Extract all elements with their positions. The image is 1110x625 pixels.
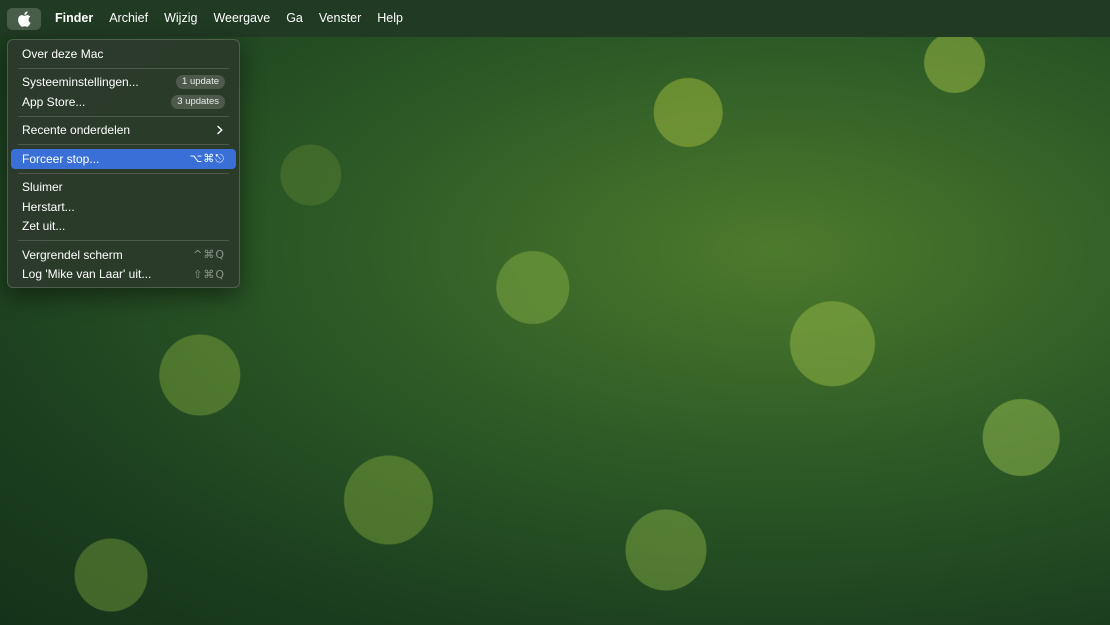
update-badge: 1 update xyxy=(176,75,225,90)
menu-item-sleep-label: Sluimer xyxy=(22,180,63,195)
menu-item-system-settings[interactable]: Systeeminstellingen... 1 update xyxy=(11,73,236,93)
menu-item-log-out[interactable]: Log 'Mike van Laar' uit... ⇧⌘Q xyxy=(11,265,236,285)
menu-item-sleep[interactable]: Sluimer xyxy=(11,178,236,198)
apple-logo-icon xyxy=(18,10,31,27)
lock-screen-shortcut: ^⌘Q xyxy=(193,248,225,262)
menu-weergave[interactable]: Weergave xyxy=(205,0,278,37)
menu-separator xyxy=(18,240,229,241)
menu-item-recent-items[interactable]: Recente onderdelen xyxy=(11,121,236,141)
menu-item-restart-label: Herstart... xyxy=(22,199,75,214)
menu-bar: Finder Archief Wijzig Weergave Ga Venste… xyxy=(0,0,1110,37)
menu-wijzig[interactable]: Wijzig xyxy=(156,0,205,37)
menu-item-about[interactable]: Over deze Mac xyxy=(11,44,236,64)
menu-separator xyxy=(18,144,229,145)
menu-venster[interactable]: Venster xyxy=(311,0,369,37)
menu-ga[interactable]: Ga xyxy=(278,0,311,37)
apple-menu-button[interactable] xyxy=(7,7,41,30)
menu-item-system-settings-label: Systeeminstellingen... xyxy=(22,75,139,90)
menu-item-force-quit-label: Forceer stop... xyxy=(22,151,100,166)
menu-separator xyxy=(18,172,229,174)
apple-dropdown-menu: Over deze Mac Systeeminstellingen... 1 u… xyxy=(7,39,240,288)
menu-item-shut-down[interactable]: Zet uit... xyxy=(11,217,236,237)
menu-item-lock-screen-label: Vergrendel scherm xyxy=(22,247,123,262)
force-quit-shortcut: ⌥⌘⎋ xyxy=(189,151,225,165)
menu-separator xyxy=(18,67,229,69)
chevron-right-icon xyxy=(217,126,223,135)
menu-item-lock-screen[interactable]: Vergrendel scherm ^⌘Q xyxy=(11,245,236,265)
menu-item-force-quit[interactable]: Forceer stop... ⌥⌘⎋ xyxy=(11,149,236,169)
menu-help[interactable]: Help xyxy=(369,0,411,37)
menu-item-about-label: Over deze Mac xyxy=(22,46,104,61)
menu-item-app-store[interactable]: App Store... 3 updates xyxy=(11,92,236,112)
menu-item-log-out-label: Log 'Mike van Laar' uit... xyxy=(22,267,152,282)
menu-item-shut-down-label: Zet uit... xyxy=(22,219,66,234)
log-out-shortcut: ⇧⌘Q xyxy=(193,267,225,281)
menu-item-app-store-label: App Store... xyxy=(22,94,86,109)
update-badge: 3 updates xyxy=(171,94,225,109)
menu-item-restart[interactable]: Herstart... xyxy=(11,197,236,217)
menu-item-recent-items-label: Recente onderdelen xyxy=(22,123,131,138)
menu-separator xyxy=(18,115,229,117)
menu-archief[interactable]: Archief xyxy=(101,0,156,37)
menu-finder[interactable]: Finder xyxy=(47,0,101,37)
